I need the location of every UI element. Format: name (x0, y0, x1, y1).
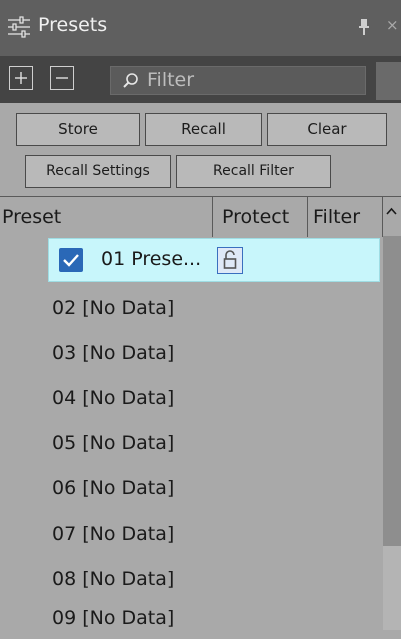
preset-toolbar (0, 56, 401, 103)
panel-title: Presets (38, 14, 108, 36)
column-divider (307, 197, 308, 237)
preset-name: 03 [No Data] (52, 342, 175, 364)
preset-row[interactable]: 03 [No Data] (0, 337, 383, 374)
table-header: Preset Protect Filter (0, 196, 401, 237)
preset-row-selected[interactable]: 01 Prese... (48, 238, 380, 282)
recall-filter-button[interactable]: Recall Filter (176, 155, 331, 188)
preset-row[interactable]: 02 [No Data] (0, 292, 383, 329)
preset-name: 06 [No Data] (52, 477, 175, 499)
scrollbar-thumb[interactable] (383, 236, 401, 546)
column-header-filter[interactable]: Filter (313, 197, 383, 237)
clear-button[interactable]: Clear (267, 113, 387, 146)
preset-row[interactable]: 04 [No Data] (0, 382, 383, 419)
recall-button[interactable]: Recall (145, 113, 262, 146)
filter-input[interactable] (147, 69, 357, 91)
minus-icon (56, 77, 68, 79)
preset-name: 08 [No Data] (52, 568, 175, 590)
preset-row[interactable]: 08 [No Data] (0, 563, 383, 600)
toolbar-edge (376, 62, 401, 100)
store-button[interactable]: Store (16, 113, 140, 146)
preset-name: 09 [No Data] (52, 607, 175, 629)
close-icon[interactable]: × (386, 16, 399, 34)
filter-box (110, 66, 366, 95)
recall-settings-button[interactable]: Recall Settings (25, 155, 171, 188)
preset-row[interactable]: 07 [No Data] (0, 518, 383, 555)
preset-name: 01 Prese... (101, 248, 202, 270)
column-divider (382, 197, 383, 237)
preset-row[interactable]: 09 [No Data] (0, 602, 383, 639)
preset-row[interactable]: 06 [No Data] (0, 472, 383, 509)
preset-name: 05 [No Data] (52, 432, 175, 454)
unlock-icon[interactable] (217, 247, 243, 274)
title-bar: Presets × (0, 0, 401, 56)
checkbox-checked-icon[interactable] (59, 248, 83, 272)
sliders-icon (8, 16, 30, 38)
preset-name: 07 [No Data] (52, 523, 175, 545)
column-header-protect[interactable]: Protect (222, 197, 307, 237)
preset-row[interactable]: 05 [No Data] (0, 427, 383, 464)
column-header-preset[interactable]: Preset (2, 197, 210, 237)
scroll-up-icon[interactable] (384, 200, 399, 236)
remove-preset-button[interactable] (50, 66, 74, 90)
column-divider (212, 197, 213, 237)
preset-name: 02 [No Data] (52, 297, 175, 319)
preset-name: 04 [No Data] (52, 387, 175, 409)
pin-icon[interactable] (357, 17, 371, 37)
add-preset-button[interactable] (9, 66, 33, 90)
plus-icon (15, 72, 27, 84)
search-icon (123, 73, 138, 88)
